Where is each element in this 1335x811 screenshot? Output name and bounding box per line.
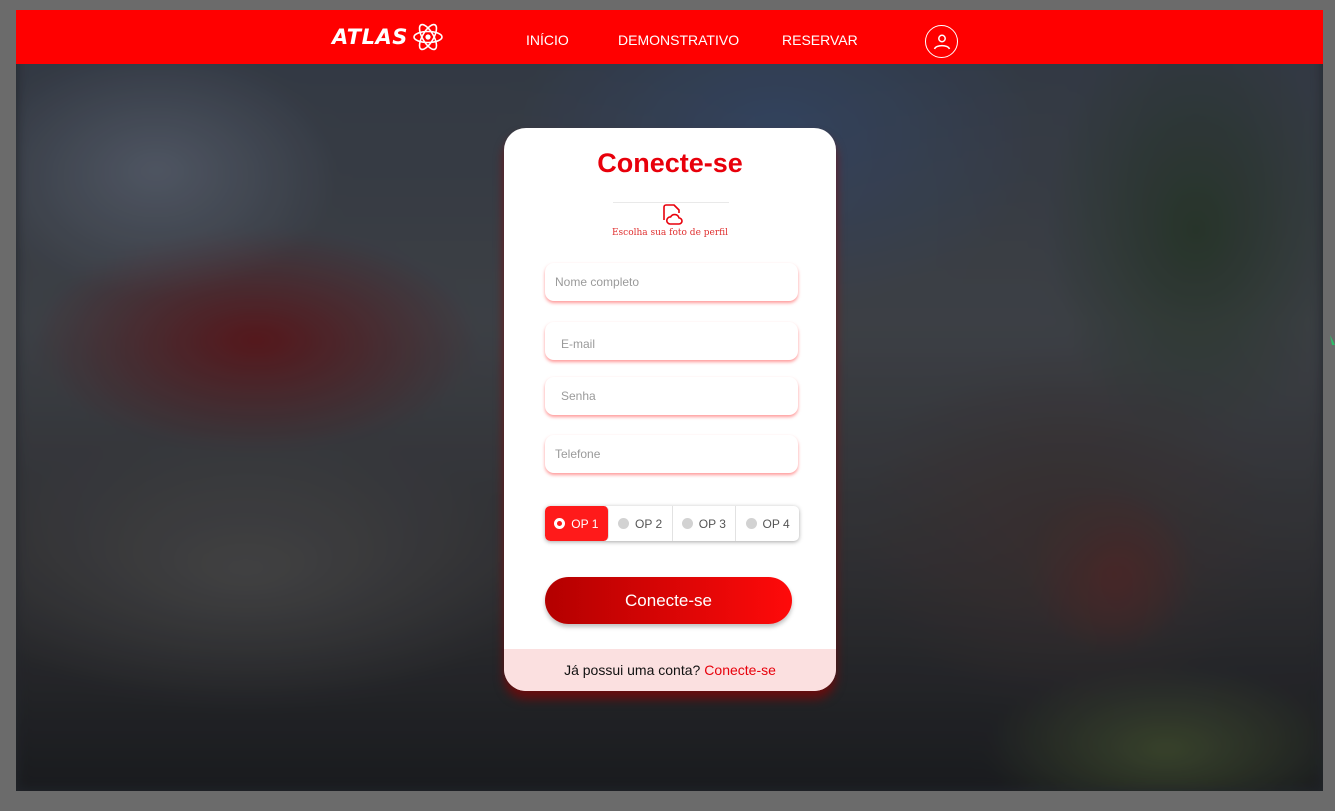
radio-option-label: OP 1 (571, 516, 599, 531)
radio-selected-icon (554, 518, 566, 529)
email-input[interactable] (545, 322, 798, 360)
radio-option-label: OP 2 (635, 516, 663, 531)
radio-option-label: OP 4 (762, 516, 790, 531)
nav-demonstrativo[interactable]: DEMONSTRATIVO (618, 32, 739, 48)
radio-unselected-icon (681, 518, 693, 529)
signup-card: Conecte-se Escolha sua foto de perfil No… (504, 128, 836, 691)
radio-option-label: OP 3 (698, 516, 726, 531)
submit-button[interactable]: Conecte-se (545, 577, 792, 624)
option-radio-group: OP 1 OP 2 OP 3 OP 4 (545, 506, 799, 541)
profile-photo-label[interactable]: Escolha sua foto de perfil (504, 228, 836, 238)
password-field-wrapper (545, 377, 798, 415)
radio-unselected-icon (745, 518, 757, 529)
logo[interactable]: ATLAS (332, 21, 444, 53)
login-question: Já possui uma conta? (564, 662, 701, 678)
cloud-upload-icon (663, 204, 683, 225)
user-icon (933, 34, 950, 49)
radio-unselected-icon (618, 518, 630, 529)
phone-field-wrapper (545, 435, 798, 473)
radio-option-1[interactable]: OP 1 (545, 506, 609, 541)
radio-option-3[interactable]: OP 3 (673, 506, 737, 541)
radio-option-2[interactable]: OP 2 (609, 506, 673, 541)
login-link[interactable]: Conecte-se (704, 662, 776, 678)
profile-photo-upload[interactable] (659, 202, 685, 228)
nav-inicio[interactable]: INÍCIO (526, 32, 569, 48)
phone-input[interactable] (545, 435, 798, 473)
cursor-arrow-icon (1330, 335, 1335, 345)
name-input[interactable] (545, 263, 798, 301)
top-header: ATLAS INÍCIO DEMONSTRATIVO RESERVAR (16, 10, 1323, 64)
card-title: Conecte-se (597, 148, 743, 178)
login-prompt: Já possui uma conta? Conecte-se (504, 649, 836, 691)
app-frame: ATLAS INÍCIO DEMONSTRATIVO RESERVAR Cone… (16, 10, 1323, 791)
atom-icon (413, 23, 443, 51)
nav-reservar[interactable]: RESERVAR (782, 32, 858, 48)
name-field-wrapper (545, 263, 798, 301)
user-account-button[interactable] (925, 25, 958, 58)
password-input[interactable] (545, 377, 798, 415)
email-field-wrapper (545, 322, 798, 360)
logo-text: ATLAS (332, 25, 408, 49)
radio-option-4[interactable]: OP 4 (736, 506, 799, 541)
